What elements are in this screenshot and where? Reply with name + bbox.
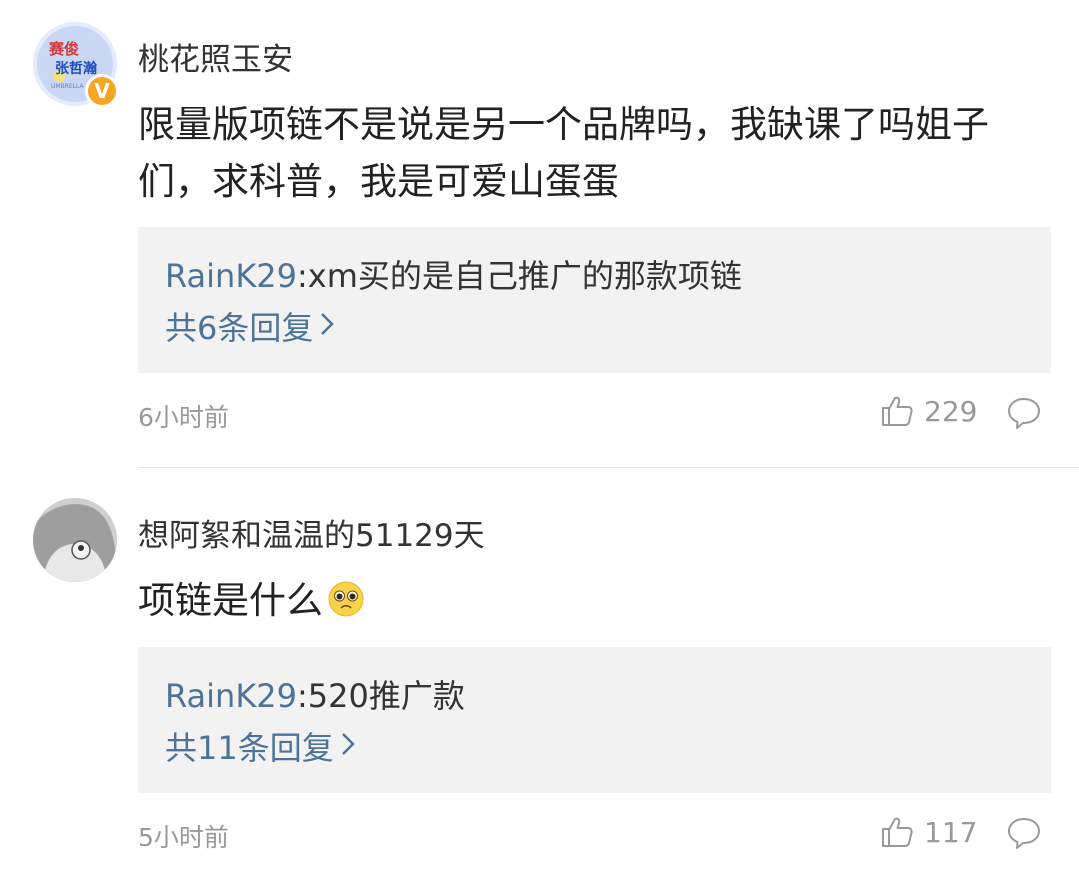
- comment-text: 项链是什么: [138, 572, 1038, 629]
- like-count: 117: [924, 815, 978, 849]
- like-count: 229: [924, 394, 978, 428]
- avatar[interactable]: 赛俊 张哲瀚 UMBRELLA V: [33, 22, 119, 108]
- reply-button[interactable]: [1006, 396, 1042, 434]
- comment-text: 限量版项链不是说是另一个品牌吗，我缺课了吗姐子们，求科普，我是可爱山蛋蛋: [138, 103, 989, 203]
- thumbs-up-icon: [882, 396, 913, 426]
- avatar-text-3: UMBRELLA: [51, 83, 84, 90]
- avatar-text-2: 张哲瀚: [55, 60, 97, 77]
- comment-time: 6小时前: [138, 403, 229, 432]
- chevron-right-icon: [319, 307, 335, 345]
- reply-count-label: 共11条回复: [165, 729, 334, 767]
- reply-preview[interactable]: RainK29:520推广款 共11条回复: [138, 647, 1051, 793]
- thumbs-up-icon: [882, 817, 913, 847]
- reply-count-label: 共6条回复: [165, 309, 314, 347]
- comment-text-body: 项链是什么: [138, 579, 323, 622]
- reply-author[interactable]: RainK29: [165, 677, 297, 715]
- comment-bubble-icon: [1008, 398, 1040, 429]
- reply-author[interactable]: RainK29: [165, 257, 297, 295]
- comment-bubble-icon: [1008, 818, 1040, 849]
- like-button[interactable]: 229: [880, 394, 977, 428]
- reply-preview[interactable]: RainK29:xm买的是自己推广的那款项链 共6条回复: [138, 227, 1051, 373]
- like-button[interactable]: 117: [880, 815, 977, 849]
- chevron-right-icon: [340, 727, 356, 765]
- reply-line: RainK29:520推广款: [165, 671, 465, 717]
- view-replies-link[interactable]: 共11条回复: [165, 723, 356, 769]
- avatar-text-1: 赛俊: [48, 40, 79, 58]
- verified-badge-icon: V: [85, 74, 119, 108]
- divider: [138, 467, 1079, 468]
- view-replies-link[interactable]: 共6条回复: [165, 303, 335, 349]
- reply-text: :xm买的是自己推广的那款项链: [297, 257, 742, 295]
- reply-button[interactable]: [1006, 816, 1042, 854]
- username[interactable]: 桃花照玉安: [138, 34, 293, 79]
- avatar[interactable]: [33, 498, 117, 582]
- pleading-face-emoji-icon: [328, 581, 364, 617]
- reply-text: :520推广款: [297, 677, 465, 715]
- username[interactable]: 想阿絮和温温的51129天: [138, 510, 485, 555]
- comment-time: 5小时前: [138, 823, 229, 852]
- avatar-image: [33, 498, 117, 582]
- reply-line: RainK29:xm买的是自己推广的那款项链: [165, 251, 742, 297]
